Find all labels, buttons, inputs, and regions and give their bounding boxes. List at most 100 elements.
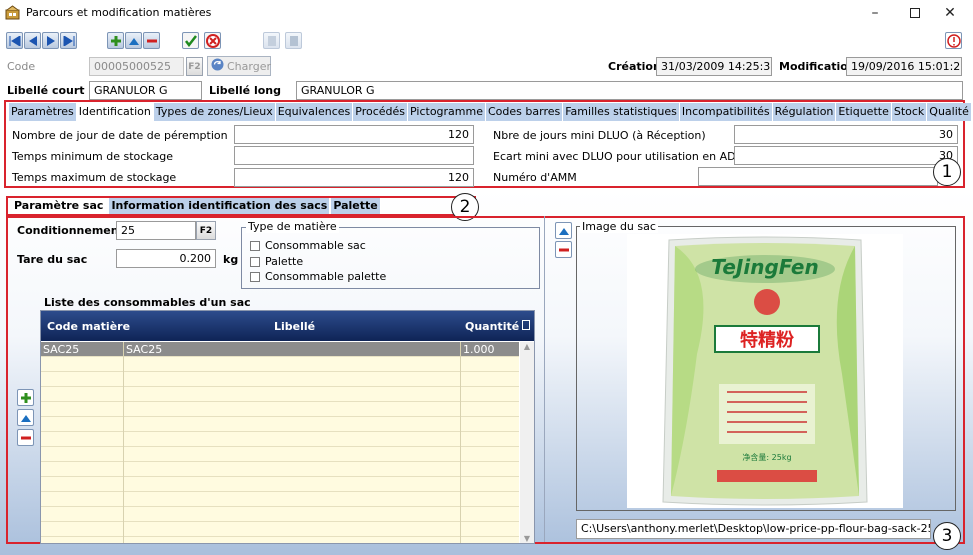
code-label: Code	[7, 60, 36, 73]
refresh-icon	[211, 58, 224, 74]
copy-document-icon[interactable]	[263, 32, 280, 49]
tab-pictogramme[interactable]: Pictogramme	[408, 103, 486, 121]
libelle-court-field[interactable]: GRANULOR G	[89, 81, 202, 100]
tare-unit: kg	[223, 253, 239, 266]
window-title: Parcours et modification matières	[26, 6, 212, 19]
tab-types-zones[interactable]: Types de zones/Lieux	[153, 103, 276, 121]
col-quantite[interactable]: Quantité	[465, 320, 519, 333]
bag-chinese: 特精粉	[740, 329, 794, 351]
image-path-field[interactable]: C:\Users\anthony.merlet\Desktop\low-pric…	[576, 519, 931, 539]
code-f2-button[interactable]: F2	[186, 57, 203, 76]
tab-regulation[interactable]: Régulation	[772, 103, 837, 121]
subtab-palette[interactable]: Palette	[331, 198, 381, 214]
grid-header: Code matière Libellé Quantité	[41, 311, 534, 341]
first-record-icon[interactable]	[6, 32, 23, 49]
title-bar: Parcours et modification matières – ✕	[0, 0, 973, 26]
document-toolbar	[263, 32, 302, 49]
peremption-label: Nombre de jour de date de péremption	[12, 129, 228, 142]
amm-field[interactable]	[698, 167, 938, 186]
temps-min-field[interactable]	[234, 146, 474, 165]
edit-toolbar	[107, 32, 160, 49]
info-icon[interactable]	[945, 32, 962, 49]
row-libelle-cell: SAC25	[126, 343, 163, 356]
consommable-sac-checkbox[interactable]	[250, 240, 260, 251]
tab-codes-barres[interactable]: Codes barres	[486, 103, 564, 121]
validate-icon[interactable]	[182, 32, 199, 49]
subtab-parametre-sac[interactable]: Paramètre sac	[12, 198, 107, 214]
libelle-long-field[interactable]: GRANULOR G	[296, 81, 963, 100]
consommables-grid: Code matière Libellé Quantité SAC25 SAC2…	[40, 310, 535, 544]
tab-equivalences[interactable]: Equivalences	[275, 103, 354, 121]
last-record-icon[interactable]	[60, 32, 77, 49]
code-field[interactable]: 00005000525	[89, 57, 184, 76]
remove-record-icon[interactable]	[143, 32, 160, 49]
temps-max-label: Temps maximum de stockage	[12, 171, 177, 184]
image-remove-icon[interactable]	[555, 241, 572, 258]
temps-min-label: Temps minimum de stockage	[12, 150, 173, 163]
tab-stock[interactable]: Stock	[891, 103, 928, 121]
annotation-badge-1: 1	[933, 158, 961, 186]
close-window-button[interactable]: ✕	[927, 0, 973, 26]
ecart-field[interactable]: 30	[734, 146, 958, 165]
grid-up-icon[interactable]	[17, 409, 34, 426]
libelle-court-label: Libellé court	[7, 84, 85, 97]
dluo-field[interactable]: 30	[734, 125, 958, 144]
navigation-toolbar	[6, 32, 77, 49]
consommable-palette-label: Consommable palette	[265, 270, 387, 283]
add-record-icon[interactable]	[107, 32, 124, 49]
type-consommable-palette[interactable]: Consommable palette	[250, 270, 386, 283]
grid-remove-icon[interactable]	[17, 429, 34, 446]
next-record-icon[interactable]	[42, 32, 59, 49]
creation-field: 31/03/2009 14:25:33	[656, 57, 772, 76]
image-up-icon[interactable]	[555, 222, 572, 239]
peremption-field[interactable]: 120	[234, 125, 474, 144]
conditionnement-f2-button[interactable]: F2	[196, 221, 216, 240]
consommable-sac-label: Consommable sac	[265, 239, 366, 252]
palette-checkbox[interactable]	[250, 256, 260, 267]
subtab-information-sacs[interactable]: Information identification des sacs	[109, 198, 331, 214]
charger-label: Charger	[227, 59, 271, 73]
grid-scrollbar[interactable]: ▲ ▼	[520, 342, 534, 543]
ecart-label: Ecart mini avec DLUO pour utilisation en…	[493, 150, 745, 163]
table-row[interactable]: SAC25 SAC25 1.000	[41, 342, 519, 357]
empty-rows	[41, 357, 519, 543]
tab-etiquette[interactable]: Etiquette	[836, 103, 892, 121]
delete-column-icon[interactable]	[522, 320, 530, 330]
tab-qualite[interactable]: Qualité	[927, 103, 972, 121]
modification-label: Modification	[779, 60, 856, 73]
paste-document-icon[interactable]	[285, 32, 302, 49]
creation-label: Création	[608, 60, 661, 73]
tab-procedes[interactable]: Procédés	[353, 103, 409, 121]
palette-label: Palette	[265, 255, 304, 268]
tab-familles-statistiques[interactable]: Familles statistiques	[563, 103, 680, 121]
tare-field[interactable]: 0.200	[116, 249, 216, 268]
bag-weight: 净含量: 25kg	[742, 452, 791, 462]
annotation-badge-3: 3	[933, 522, 961, 550]
libelle-long-label: Libellé long	[209, 84, 281, 97]
tab-identification[interactable]: Identification	[76, 103, 154, 121]
charger-button[interactable]: Charger	[207, 56, 271, 76]
splitter[interactable]	[544, 216, 545, 542]
grid-add-icon[interactable]	[17, 389, 34, 406]
conditionnement-field[interactable]: 25	[116, 221, 196, 240]
move-up-icon[interactable]	[125, 32, 142, 49]
image-title: Image du sac	[580, 220, 658, 233]
conditionnement-label: Conditionnement	[17, 224, 124, 237]
cancel-icon[interactable]	[204, 32, 221, 49]
tab-incompatibilites[interactable]: Incompatibilités	[679, 103, 773, 121]
consommables-list-title: Liste des consommables d'un sac	[44, 296, 251, 309]
consommable-palette-checkbox[interactable]	[250, 271, 260, 282]
modification-field: 19/09/2016 15:01:26	[846, 57, 962, 76]
col-code-matiere[interactable]: Code matière	[47, 320, 130, 333]
bag-brand: TeJingFen	[711, 255, 818, 279]
type-matiere-title: Type de matière	[246, 220, 339, 233]
type-palette[interactable]: Palette	[250, 255, 303, 268]
tab-parametres[interactable]: Paramètres	[9, 103, 77, 121]
temps-max-field[interactable]: 120	[234, 168, 474, 187]
col-libelle[interactable]: Libellé	[274, 320, 315, 333]
type-consommable-sac[interactable]: Consommable sac	[250, 239, 366, 252]
grid-body: SAC25 SAC25 1.000	[41, 342, 519, 543]
row-quantite-cell: 1.000	[463, 343, 495, 356]
dluo-label: Nbre de jours mini DLUO (à Réception)	[493, 129, 706, 142]
previous-record-icon[interactable]	[24, 32, 41, 49]
